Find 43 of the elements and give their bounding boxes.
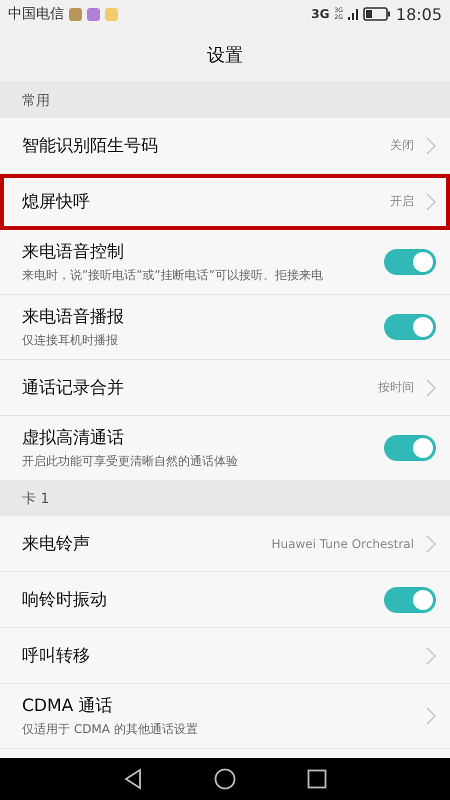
section-header: 常用 (0, 83, 450, 118)
page-title: 设置 (207, 44, 243, 67)
setting-title: 呼叫转移 (22, 645, 91, 667)
setting-title: 响铃时振动 (22, 589, 108, 611)
setting-value: Huawei Tune Orchestral (271, 536, 414, 550)
setting-title: 虚拟高清通话 (22, 427, 125, 449)
network-type: 3G (311, 7, 330, 21)
setting-title: 通话记录合并 (22, 377, 125, 399)
chevron-icon (426, 192, 436, 210)
setting-value: 开启 (390, 193, 414, 210)
back-button[interactable] (122, 768, 144, 790)
toggle-switch[interactable] (384, 249, 436, 275)
toggle-switch[interactable] (384, 314, 436, 340)
recents-button[interactable] (306, 768, 328, 790)
toggle-switch[interactable] (384, 586, 436, 612)
setting-description: 仅适用于 CDMA 的其他通话设置 (22, 721, 199, 738)
chevron-icon (426, 378, 436, 396)
toggle-switch[interactable] (384, 435, 436, 461)
chevron-icon (426, 136, 436, 154)
back-icon (122, 768, 144, 790)
setting-title: 熄屏快呼 (22, 191, 91, 213)
settings-row[interactable]: 熄屏快呼 开启 (0, 174, 450, 230)
chevron-icon (426, 707, 436, 725)
clock: 18:05 (396, 4, 442, 24)
carrier-name: 中国电信 (8, 5, 64, 23)
setting-description: 开启此功能可享受更清晰自然的通话体验 (22, 453, 239, 470)
section-header: 卡 1 (0, 481, 450, 516)
home-button[interactable] (214, 768, 236, 790)
setting-value: 按时间 (378, 379, 414, 396)
chevron-icon (426, 534, 436, 552)
setting-description: 仅连接耳机时播报 (22, 332, 119, 349)
signal-icon (348, 7, 358, 21)
home-icon (214, 768, 236, 790)
setting-title: 来电铃声 (22, 533, 91, 555)
setting-title: CDMA 通话 (22, 695, 114, 717)
setting-title: 智能识别陌生号码 (22, 135, 159, 157)
chevron-icon (426, 646, 436, 664)
setting-value: 关闭 (390, 137, 414, 154)
setting-description: 来电时，说”接听电话”或”挂断电话”可以接听、拒接来电 (22, 267, 324, 284)
battery-icon (362, 7, 391, 21)
setting-title: 来电语音控制 (22, 241, 125, 263)
setting-title: 来电语音播报 (22, 306, 125, 328)
recents-icon (306, 768, 328, 790)
